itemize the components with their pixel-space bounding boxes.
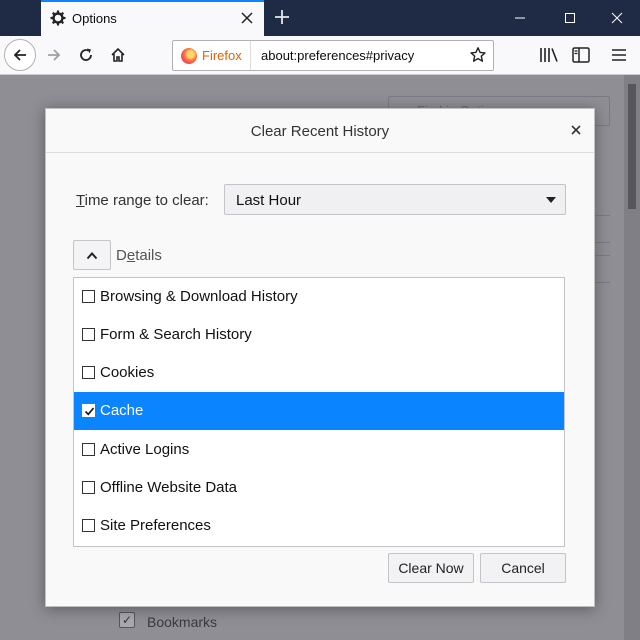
navigation-toolbar: Firefox about:preferences#privacy: [0, 36, 640, 75]
dropdown-arrow-icon: [546, 197, 556, 203]
item-label: Active Logins: [100, 441, 190, 458]
bookmarks-label: Bookmarks: [147, 614, 218, 630]
checkbox[interactable]: [82, 443, 95, 456]
forward-button[interactable]: [38, 39, 70, 71]
checkbox[interactable]: [82, 481, 95, 494]
bookmarks-checkbox: ✓: [119, 612, 135, 628]
time-range-dropdown[interactable]: Last Hour: [224, 184, 566, 215]
url-bar[interactable]: Firefox about:preferences#privacy: [172, 40, 494, 71]
home-icon[interactable]: [102, 39, 134, 71]
new-tab-icon[interactable]: [272, 7, 292, 27]
clear-history-dialog: Clear Recent History Time range to clear…: [45, 108, 595, 607]
dialog-title: Clear Recent History: [250, 123, 390, 140]
library-icon[interactable]: [538, 44, 560, 66]
details-label: Details: [116, 247, 162, 264]
item-label: Browsing & Download History: [100, 288, 298, 305]
close-tab-icon[interactable]: [238, 9, 256, 27]
time-range-value: Last Hour: [236, 192, 302, 209]
item-label: Form & Search History: [100, 326, 252, 343]
bookmark-star-icon[interactable]: [469, 46, 487, 64]
list-item[interactable]: Active Logins: [74, 431, 564, 469]
close-icon[interactable]: [566, 120, 586, 140]
list-item[interactable]: Browsing & Download History: [74, 278, 564, 316]
scrollbar-thumb: [628, 84, 636, 209]
tab-title: Options: [72, 11, 117, 26]
identity-box[interactable]: Firefox: [173, 41, 251, 70]
checkbox[interactable]: [82, 290, 95, 303]
checkbox[interactable]: [82, 366, 95, 379]
list-item[interactable]: Form & Search History: [74, 316, 564, 354]
list-item[interactable]: Offline Website Data: [74, 469, 564, 507]
time-range-label: Time range to clear:: [76, 192, 209, 209]
tab-options[interactable]: Options: [41, 0, 264, 36]
checkmark-icon: [84, 407, 95, 416]
history-items-list: Browsing & Download History Form & Searc…: [73, 277, 565, 547]
item-label: Site Preferences: [100, 517, 211, 534]
dialog-header: Clear Recent History: [46, 109, 594, 153]
checkbox[interactable]: [82, 328, 95, 341]
list-item[interactable]: Cache: [74, 392, 564, 430]
reload-icon[interactable]: [70, 39, 102, 71]
firefox-logo-icon: [181, 48, 197, 64]
gear-icon: [50, 10, 66, 26]
item-label: Cache: [100, 402, 144, 419]
cancel-button[interactable]: Cancel: [480, 553, 566, 583]
chevron-up-icon: [86, 252, 98, 260]
minimize-icon[interactable]: [496, 0, 544, 36]
url-text[interactable]: about:preferences#privacy: [261, 48, 414, 63]
list-item[interactable]: Site Preferences: [74, 507, 564, 545]
window-close-icon[interactable]: [593, 0, 640, 36]
clear-now-button[interactable]: Clear Now: [388, 553, 474, 583]
back-button[interactable]: [4, 39, 36, 71]
checkbox[interactable]: [82, 519, 95, 532]
checkbox[interactable]: [82, 404, 95, 417]
tab-bar: Options: [0, 0, 640, 36]
item-label: Offline Website Data: [100, 479, 238, 496]
identity-label: Firefox: [202, 48, 242, 63]
list-item[interactable]: Cookies: [74, 354, 564, 392]
sidebar-icon[interactable]: [570, 44, 592, 66]
details-toggle-button[interactable]: [73, 240, 111, 270]
maximize-icon[interactable]: [546, 0, 594, 36]
menu-icon[interactable]: [608, 44, 630, 66]
item-label: Cookies: [100, 364, 155, 381]
